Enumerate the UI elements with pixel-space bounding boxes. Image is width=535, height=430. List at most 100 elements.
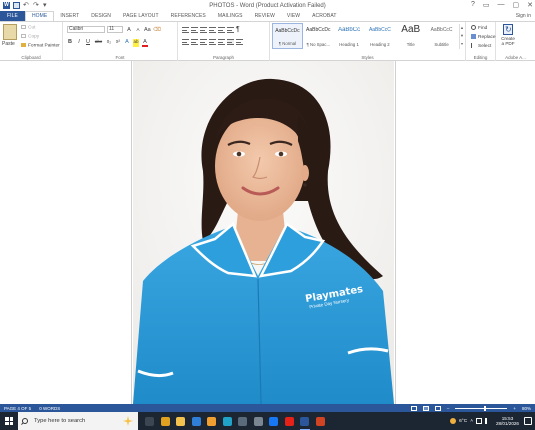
customize-qat-icon[interactable]: ▾ [43,2,50,9]
sort-icon[interactable] [227,27,234,33]
taskbar-app-settings[interactable] [251,412,267,430]
numbering-icon[interactable] [191,27,198,33]
tab-file[interactable]: FILE [0,11,25,21]
multilevel-list-icon[interactable] [200,27,207,33]
inserted-photo[interactable]: Playmates Private Day Nursery [133,61,394,404]
styles-gallery-scroll[interactable]: ▲ ▼ ▾ [459,24,464,49]
tab-insert[interactable]: INSERT [54,11,85,21]
decrease-indent-icon[interactable] [209,27,216,33]
taskbar-app-edge[interactable] [220,412,236,430]
gallery-up-icon[interactable]: ▲ [460,24,464,32]
taskbar-app-task-view[interactable] [142,412,158,430]
text-effects-button[interactable]: A [124,39,130,47]
tray-chevron-icon[interactable]: ˄ [470,419,473,424]
style-heading-2[interactable]: AaBbCcC Heading 2 [365,23,396,49]
style-no-spacing[interactable]: AaBbCcDc ¶ No Spac... [303,23,334,49]
clock[interactable]: 15:53 28/01/2026 [496,416,519,427]
volume-icon[interactable] [485,418,491,424]
tab-page-layout[interactable]: PAGE LAYOUT [117,11,165,21]
word-app-icon[interactable]: W [3,2,10,9]
taskbar-app-chrome[interactable] [158,412,174,430]
style-subtitle[interactable]: AaBbCcC Subtitle [426,23,457,49]
align-right-icon[interactable] [200,39,207,45]
cut-button[interactable]: Cut [21,25,35,30]
help-button[interactable]: ? [471,1,475,9]
network-icon[interactable] [476,418,482,424]
tab-design[interactable]: DESIGN [85,11,117,21]
align-center-icon[interactable] [191,39,198,45]
gallery-down-icon[interactable]: ▼ [460,32,464,40]
strikethrough-button[interactable]: abc [94,39,103,47]
tab-references[interactable]: REFERENCES [165,11,212,21]
taskbar-search[interactable]: Type here to search [18,412,138,430]
web-layout-icon[interactable] [434,405,441,411]
tab-view[interactable]: VIEW [281,11,306,21]
copy-button[interactable]: Copy [21,34,39,39]
borders-icon[interactable] [236,39,243,45]
close-button[interactable]: ✕ [527,1,533,9]
undo-icon[interactable]: ↶ [23,2,30,9]
find-button[interactable]: Find [471,25,487,31]
maximize-button[interactable]: ▢ [513,1,520,9]
replace-button[interactable]: Replace [471,34,496,40]
taskbar-app-store[interactable] [235,412,251,430]
show-marks-icon[interactable]: ¶ [236,26,240,33]
word-count[interactable]: 0 WORDS [35,406,64,411]
save-icon[interactable] [13,2,20,9]
start-button[interactable] [0,412,18,430]
gallery-more-icon[interactable]: ▾ [460,40,464,48]
print-layout-icon[interactable] [422,405,429,411]
taskbar-app-file-explorer[interactable] [173,412,189,430]
style-normal[interactable]: AaBbCcDc ¶ Normal [272,23,303,49]
paste-button[interactable]: Paste [2,41,15,47]
justify-icon[interactable] [209,39,216,45]
change-case-button[interactable]: Aa [144,27,151,33]
paste-icon[interactable] [3,24,17,40]
increase-indent-icon[interactable] [218,27,225,33]
tab-mailings[interactable]: MAILINGS [212,11,249,21]
zoom-slider[interactable] [455,405,508,411]
document-area[interactable]: Playmates Private Day Nursery [0,61,535,404]
tab-acrobat[interactable]: ACROBAT [306,11,343,21]
page-count[interactable]: PAGE 4 OF 5 [0,406,35,411]
grow-font-button[interactable]: A [126,27,132,33]
taskbar-app-youtube[interactable] [282,412,298,430]
align-left-icon[interactable] [182,39,189,45]
italic-button[interactable]: I [76,39,82,47]
taskbar-app-facebook[interactable] [266,412,282,430]
taskbar-app-word[interactable] [297,412,313,430]
taskbar-app-mail[interactable] [189,412,205,430]
shading-icon[interactable] [227,39,234,45]
zoom-out-icon[interactable]: – [447,406,450,411]
zoom-in-icon[interactable]: + [513,406,516,411]
weather-icon[interactable] [450,418,457,424]
font-color-button[interactable]: A [142,39,148,47]
line-spacing-icon[interactable] [218,39,225,45]
select-button[interactable]: Select [471,43,491,49]
font-size-box[interactable]: 11 [107,26,123,33]
font-name-box[interactable]: Calibri [67,26,105,33]
shrink-font-button[interactable]: A [135,27,141,33]
style-title[interactable]: AaB Title [395,23,426,49]
create-pdf-button[interactable]: Create a PDF [499,24,517,46]
redo-icon[interactable]: ↷ [33,2,40,9]
style-heading-1[interactable]: AaBbCc Heading 1 [334,23,365,49]
underline-button[interactable]: U [85,39,91,47]
weather-temp[interactable]: 6°C [459,419,467,424]
bullets-icon[interactable] [182,27,189,33]
minimize-button[interactable]: — [498,1,505,9]
subscript-button[interactable]: x₂ [106,39,112,47]
tab-home[interactable]: HOME [24,11,55,21]
taskbar-app-powerpoint[interactable] [313,412,329,430]
tab-review[interactable]: REVIEW [249,11,281,21]
ribbon-display-button[interactable]: ▭ [483,1,490,9]
read-mode-icon[interactable] [410,405,417,411]
taskbar-app-photos[interactable] [204,412,220,430]
superscript-button[interactable]: x² [115,39,121,47]
highlight-button[interactable]: ab [133,39,139,47]
notifications-icon[interactable] [524,417,532,425]
zoom-slider-thumb[interactable] [483,405,486,411]
sign-in-link[interactable]: Sign in [516,13,535,19]
zoom-level[interactable]: 80% [522,406,531,411]
format-painter-button[interactable]: Format Painter [21,43,60,48]
